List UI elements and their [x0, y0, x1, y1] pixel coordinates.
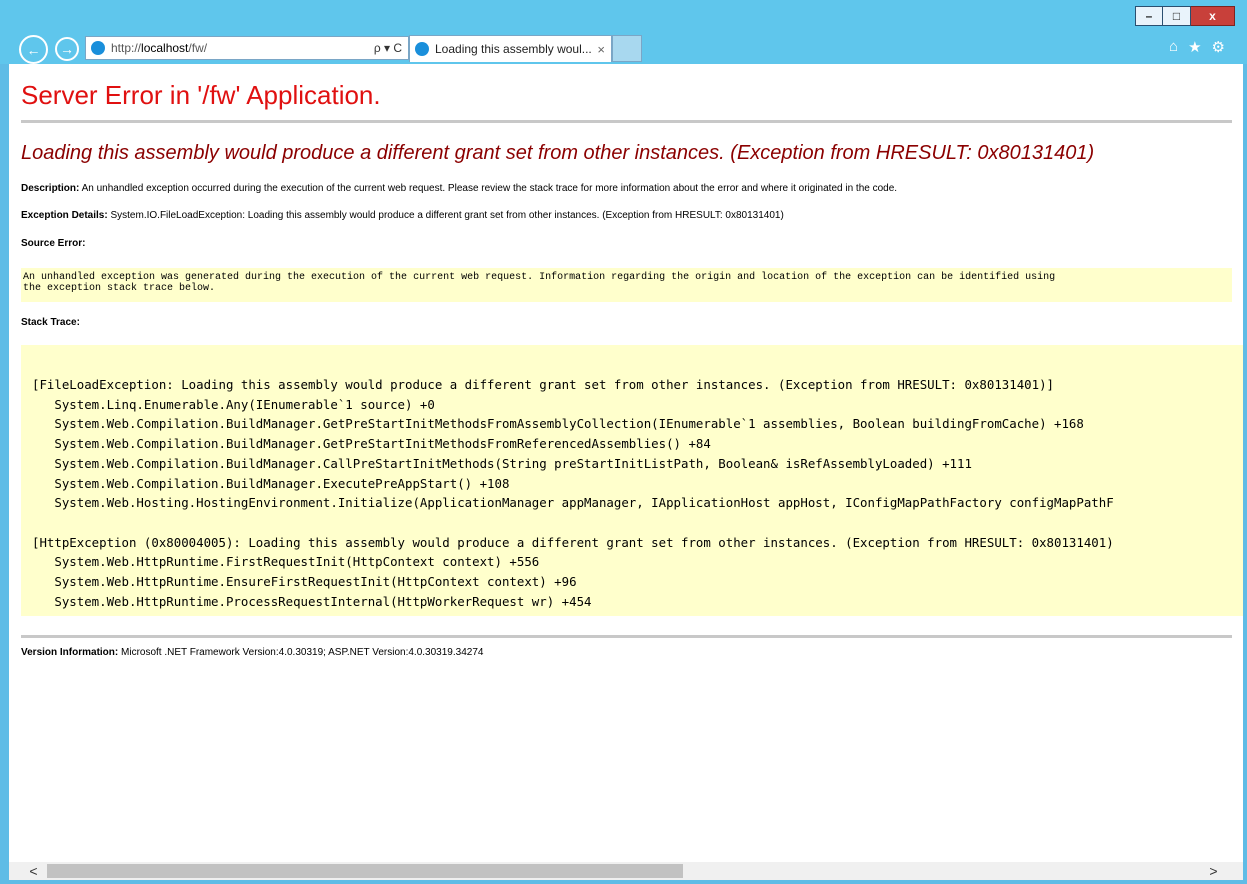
restore-button[interactable]: □: [1163, 6, 1191, 26]
minimize-button[interactable]: –: [1135, 6, 1163, 26]
toolbar-icons: ⌂ ★ ⚙: [1169, 38, 1225, 56]
stack-trace-box: [FileLoadException: Loading this assembl…: [21, 345, 1243, 616]
source-error-box: An unhandled exception was generated dur…: [21, 268, 1232, 302]
forward-arrow-icon: →: [60, 41, 74, 57]
scroll-left-button[interactable]: <: [25, 862, 42, 880]
exception-details: Exception Details: System.IO.FileLoadExc…: [21, 210, 784, 221]
close-window-button[interactable]: x: [1191, 6, 1235, 26]
tab-title: Loading this assembly woul...: [435, 42, 592, 56]
version-information: Version Information: Microsoft .NET Fram…: [21, 647, 484, 658]
source-error-text: An unhandled exception was generated dur…: [23, 272, 1056, 294]
forward-button[interactable]: →: [55, 37, 79, 61]
tab-favicon-icon: [415, 42, 429, 56]
source-error-label: Source Error:: [21, 238, 86, 249]
tab-close-icon[interactable]: ×: [597, 42, 605, 57]
search-refresh-icon[interactable]: ρ ▾ C: [374, 41, 402, 55]
new-tab-button[interactable]: [612, 35, 642, 62]
error-heading: Loading this assembly would produce a di…: [21, 142, 1095, 164]
window-controls: – □ x: [1135, 6, 1235, 26]
address-url[interactable]: http://localhost/fw/: [111, 41, 374, 55]
gear-icon[interactable]: ⚙: [1212, 38, 1225, 56]
favorites-star-icon[interactable]: ★: [1188, 38, 1201, 56]
tab-active[interactable]: Loading this assembly woul... ×: [409, 35, 612, 62]
divider: [21, 120, 1232, 123]
scroll-thumb[interactable]: [47, 864, 683, 878]
back-button[interactable]: ←: [19, 35, 48, 64]
page-content: Server Error in '/fw' Application. Loadi…: [9, 64, 1243, 862]
home-icon[interactable]: ⌂: [1169, 38, 1178, 56]
scroll-right-button[interactable]: >: [1205, 862, 1222, 880]
page-title: Server Error in '/fw' Application.: [21, 80, 381, 110]
site-favicon-icon: [91, 41, 105, 55]
stack-trace-text: [FileLoadException: Loading this assembl…: [32, 377, 1114, 609]
divider: [21, 635, 1232, 638]
address-bar[interactable]: http://localhost/fw/ ρ ▾ C: [85, 36, 409, 60]
browser-chrome: – □ x ← → http://localhost/fw/ ρ ▾ C Loa…: [0, 0, 1247, 64]
horizontal-scrollbar[interactable]: < >: [9, 862, 1243, 880]
description: Description: An unhandled exception occu…: [21, 183, 898, 194]
back-arrow-icon: ←: [26, 41, 41, 58]
stack-trace-label: Stack Trace:: [21, 317, 80, 328]
